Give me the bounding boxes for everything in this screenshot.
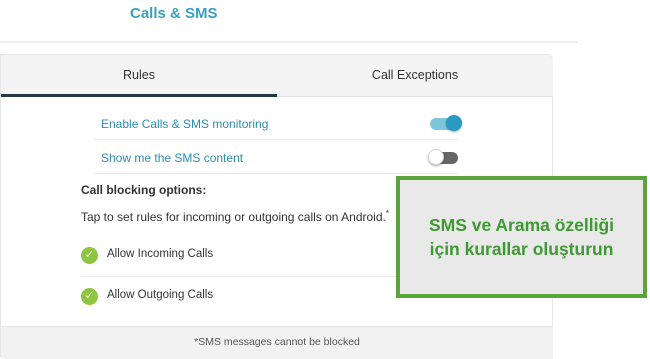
sms-footnote: *SMS messages cannot be blocked bbox=[194, 336, 360, 348]
description-footnote-mark: * bbox=[385, 209, 389, 218]
sms-content-toggle[interactable] bbox=[428, 149, 458, 165]
callout-line-2: için kurallar oluşturun bbox=[429, 239, 614, 259]
tab-rules-label: Rules bbox=[123, 68, 155, 82]
call-blocking-description: Tap to set rules for incoming or outgoin… bbox=[81, 209, 389, 224]
callout-text: SMS ve Arama özelliği için kurallar oluş… bbox=[429, 213, 614, 261]
tab-bar: Rules Call Exceptions bbox=[1, 55, 553, 97]
allow-incoming-label: Allow Incoming Calls bbox=[107, 248, 214, 260]
monitoring-toggle[interactable] bbox=[430, 115, 462, 131]
page-title: Calls & SMS bbox=[130, 5, 218, 22]
monitoring-label: Enable Calls & SMS monitoring bbox=[101, 117, 269, 131]
tab-call-exceptions[interactable]: Call Exceptions bbox=[277, 55, 553, 96]
setting-row-sms-content: Show me the SMS content bbox=[94, 143, 458, 174]
check-icon: ✓ bbox=[81, 288, 98, 305]
toggle-knob bbox=[446, 115, 462, 131]
callout-line-1: SMS ve Arama özelliği bbox=[428, 215, 615, 235]
allow-outgoing-label: Allow Outgoing Calls bbox=[107, 289, 214, 301]
tab-call-exceptions-label: Call Exceptions bbox=[371, 68, 459, 82]
call-blocking-title: Call blocking options: bbox=[81, 183, 207, 197]
sms-content-label: Show me the SMS content bbox=[101, 151, 244, 165]
check-icon: ✓ bbox=[81, 247, 98, 264]
header-divider bbox=[0, 41, 578, 43]
tab-rules[interactable]: Rules bbox=[1, 55, 277, 97]
toggle-knob bbox=[428, 149, 444, 165]
active-tab-indicator bbox=[1, 94, 277, 97]
footer-bar: *SMS messages cannot be blocked bbox=[1, 326, 553, 359]
callout-box: SMS ve Arama özelliği için kurallar oluş… bbox=[396, 176, 647, 298]
setting-row-monitoring: Enable Calls & SMS monitoring bbox=[94, 109, 462, 140]
call-blocking-description-text: Tap to set rules for incoming or outgoin… bbox=[81, 210, 386, 224]
